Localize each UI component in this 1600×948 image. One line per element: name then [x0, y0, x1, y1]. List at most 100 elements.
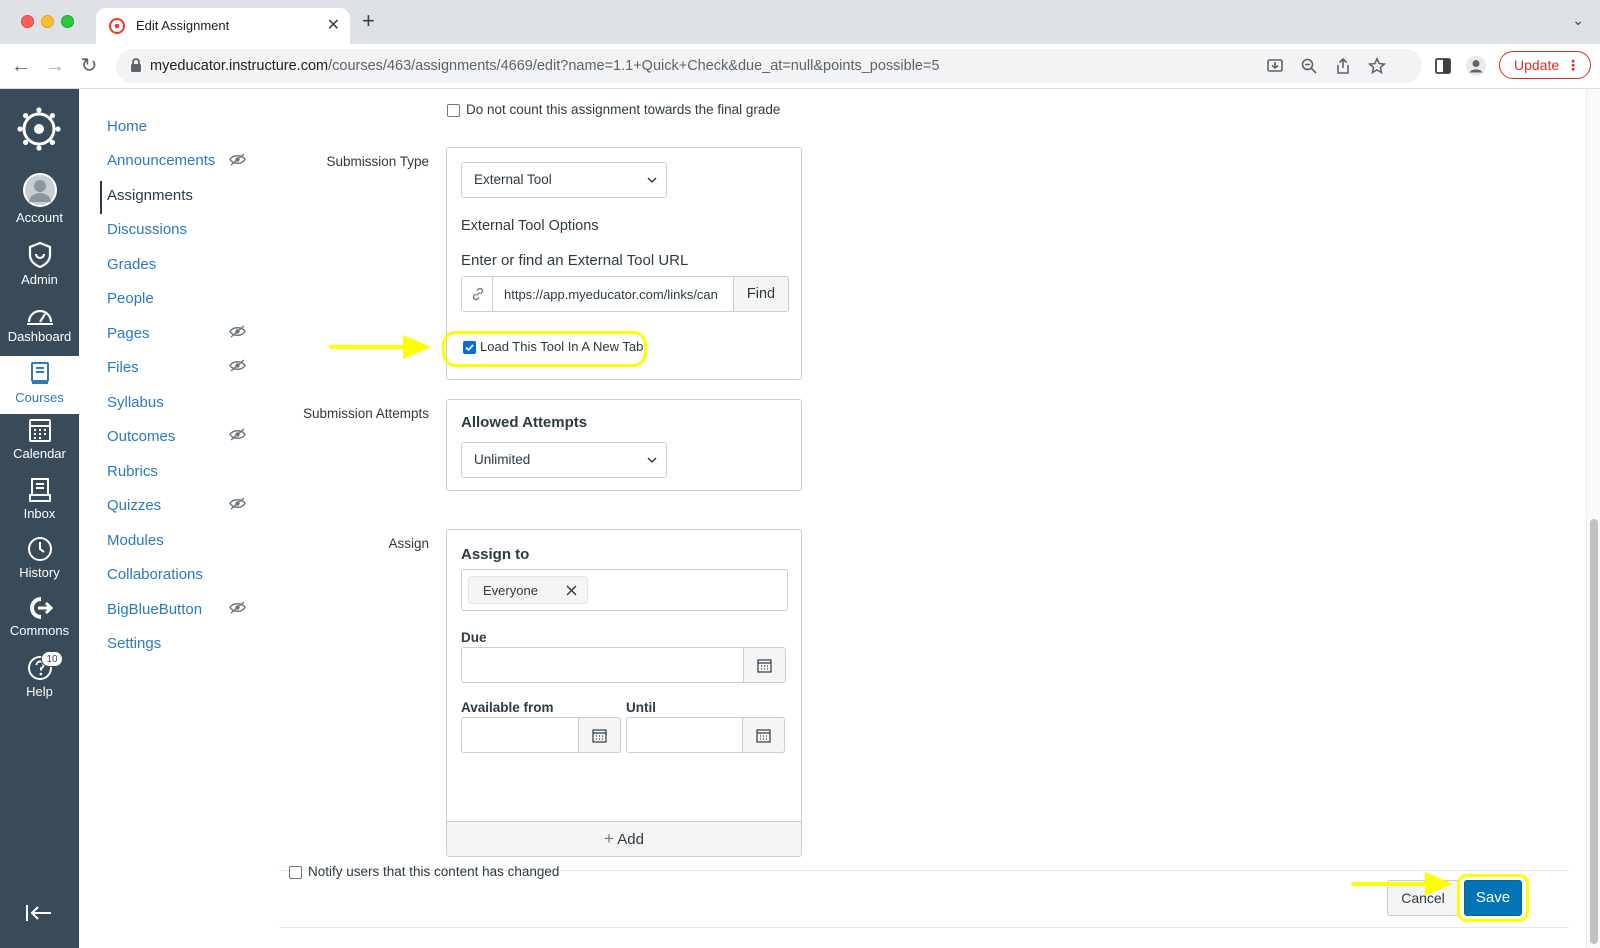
- commons-icon: [29, 597, 53, 619]
- global-nav-account[interactable]: Account: [0, 173, 79, 225]
- calendar-icon: [28, 419, 51, 442]
- share-icon[interactable]: [1334, 57, 1352, 75]
- course-nav-assignments[interactable]: Assignments: [107, 187, 193, 204]
- notify-users-checkbox[interactable]: [289, 866, 302, 879]
- window-minimize-button[interactable]: [41, 15, 54, 28]
- browser-tab[interactable]: Edit Assignment ✕: [96, 8, 350, 44]
- course-nav-rubrics[interactable]: Rubrics: [107, 463, 158, 480]
- until-input[interactable]: [626, 717, 743, 753]
- course-nav-discussions[interactable]: Discussions: [107, 221, 187, 238]
- url-addon: [462, 277, 493, 311]
- add-assignment-button[interactable]: + Add: [446, 821, 802, 857]
- external-tool-url-value: https://app.myeducator.com/links/can: [504, 287, 718, 302]
- back-arrow-icon[interactable]: ←: [8, 53, 34, 79]
- due-date-input[interactable]: [461, 647, 744, 683]
- course-nav-files[interactable]: Files: [107, 359, 139, 376]
- forward-arrow-icon[interactable]: →: [42, 53, 68, 79]
- global-nav-label: Calendar: [13, 446, 66, 461]
- assignee-tag-label: Everyone: [483, 583, 538, 598]
- profile-avatar-icon[interactable]: [1466, 56, 1486, 76]
- scrollbar-thumb[interactable]: [1590, 519, 1598, 944]
- find-button[interactable]: Find: [734, 276, 789, 312]
- bookmark-star-icon[interactable]: [1368, 57, 1386, 75]
- global-nav-calendar[interactable]: Calendar: [0, 417, 79, 461]
- assign-to-input[interactable]: Everyone: [461, 569, 788, 611]
- browser-update-button[interactable]: Update ⋮: [1499, 51, 1591, 79]
- allowed-attempts-value: Unlimited: [474, 452, 531, 467]
- final-grade-checkbox-label: Do not count this assignment towards the…: [466, 102, 781, 117]
- until-calendar-button[interactable]: [743, 717, 785, 753]
- url-path: /courses/463/assignments/4669/edit?name=…: [328, 58, 940, 74]
- allowed-attempts-select[interactable]: Unlimited: [461, 442, 667, 478]
- global-nav-history[interactable]: History: [0, 536, 79, 580]
- tab-search-chevron-icon[interactable]: ⌄: [1572, 12, 1584, 29]
- assign-to-heading: Assign to: [461, 546, 530, 563]
- install-app-icon[interactable]: [1266, 57, 1284, 75]
- course-nav-collaborations[interactable]: Collaborations: [107, 566, 203, 583]
- until-label: Until: [626, 700, 656, 715]
- window-zoom-button[interactable]: [61, 15, 74, 28]
- course-nav-modules[interactable]: Modules: [107, 532, 164, 549]
- calendar-icon: [757, 659, 772, 673]
- shield-icon: [28, 241, 51, 269]
- global-navigation: Account Admin Dashboard Courses Calendar…: [0, 89, 79, 948]
- course-nav-people[interactable]: People: [107, 290, 154, 307]
- hidden-eye-icon: [229, 153, 246, 166]
- hidden-eye-icon: [229, 601, 246, 614]
- global-nav-label: Account: [16, 210, 63, 225]
- global-nav-admin[interactable]: Admin: [0, 241, 79, 287]
- remove-tag-icon[interactable]: [566, 585, 577, 596]
- new-tab-icon[interactable]: +: [362, 10, 375, 32]
- submission-type-select[interactable]: External Tool: [461, 162, 667, 198]
- global-nav-help[interactable]: 10 Help: [0, 651, 79, 699]
- browser-toolbar: ← → ↻ myeducator.instructure.com/courses…: [0, 44, 1600, 89]
- chevron-down-icon: [647, 177, 657, 184]
- course-nav-outcomes[interactable]: Outcomes: [107, 428, 175, 445]
- course-nav-settings[interactable]: Settings: [107, 635, 161, 652]
- side-panel-icon[interactable]: [1434, 57, 1452, 75]
- course-nav-syllabus[interactable]: Syllabus: [107, 394, 164, 411]
- address-bar[interactable]: myeducator.instructure.com/courses/463/a…: [116, 49, 1422, 83]
- global-nav-dashboard[interactable]: Dashboard: [0, 304, 79, 344]
- available-from-label: Available from: [461, 700, 554, 715]
- course-nav-pages[interactable]: Pages: [107, 325, 150, 342]
- link-icon: [472, 287, 484, 301]
- assign-panel: Assign to Everyone Due Available from Un…: [446, 529, 802, 821]
- close-tab-icon[interactable]: ✕: [327, 15, 340, 35]
- save-highlight: [1457, 874, 1529, 922]
- reload-icon[interactable]: ↻: [76, 53, 102, 79]
- allowed-attempts-heading: Allowed Attempts: [461, 414, 588, 431]
- due-date-calendar-button[interactable]: [744, 647, 786, 683]
- global-nav-inbox[interactable]: Inbox: [0, 477, 79, 521]
- due-label: Due: [461, 630, 487, 645]
- page-bottom-divider: [279, 927, 1569, 928]
- assignee-tag[interactable]: Everyone: [468, 576, 588, 604]
- course-nav-announcements[interactable]: Announcements: [107, 152, 215, 169]
- global-nav-label: Dashboard: [7, 329, 72, 344]
- global-nav-label: Commons: [9, 623, 70, 638]
- available-from-input[interactable]: [461, 717, 579, 753]
- window-close-button[interactable]: [21, 15, 34, 28]
- url-host: myeducator.instructure.com: [150, 58, 329, 74]
- annotation-arrow-icon: [1351, 872, 1453, 896]
- course-nav-quizzes[interactable]: Quizzes: [107, 497, 161, 514]
- external-tool-options-heading: External Tool Options: [461, 218, 599, 234]
- available-from-calendar-button[interactable]: [579, 717, 621, 753]
- zoom-icon[interactable]: [1300, 57, 1318, 75]
- global-nav-commons[interactable]: Commons: [0, 596, 79, 638]
- collapse-nav-icon[interactable]: [25, 903, 53, 923]
- page-scrollbar[interactable]: [1586, 89, 1600, 948]
- course-nav-home[interactable]: Home: [107, 118, 147, 135]
- inbox-icon: [28, 478, 51, 502]
- global-nav-courses[interactable]: Courses: [0, 356, 79, 414]
- external-tool-url-heading: Enter or find an External Tool URL: [461, 252, 689, 269]
- canvas-favicon-icon: [109, 18, 125, 34]
- final-grade-checkbox[interactable]: [447, 104, 460, 117]
- courses-book-icon: [30, 362, 49, 384]
- more-menu-icon[interactable]: ⋮: [1566, 52, 1580, 78]
- external-tool-url-input[interactable]: https://app.myeducator.com/links/can: [461, 276, 734, 312]
- chevron-down-icon: [647, 457, 657, 464]
- course-nav-bigbluebutton[interactable]: BigBlueButton: [107, 601, 202, 618]
- canvas-logo-icon[interactable]: [17, 107, 61, 151]
- course-nav-grades[interactable]: Grades: [107, 256, 156, 273]
